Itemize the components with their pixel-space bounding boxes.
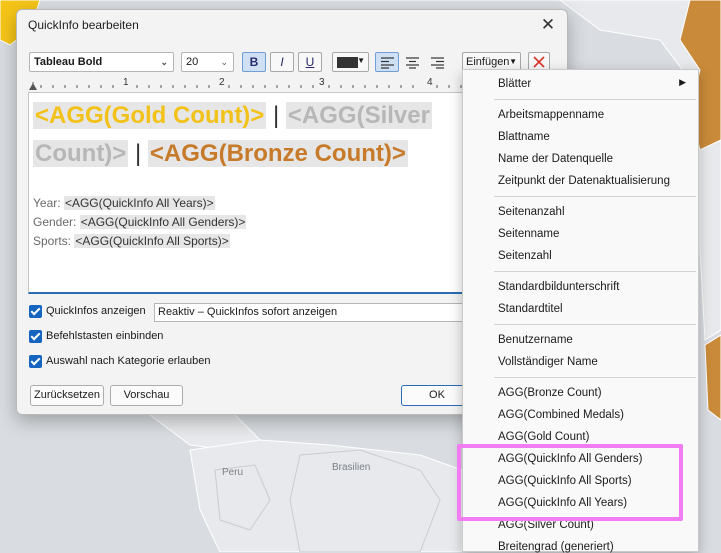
editor-line-2: Count)> | <AGG(Bronze Count)>: [33, 140, 408, 168]
field-genders: <AGG(QuickInfo All Genders)>: [79, 215, 247, 229]
close-icon[interactable]: ✕: [535, 14, 561, 36]
menu-item-datasource-name[interactable]: Name der Datenquelle: [498, 153, 613, 165]
menu-item-page-number[interactable]: Seitenzahl: [498, 250, 552, 262]
menu-item-page-name[interactable]: Seitenname: [498, 228, 559, 240]
menu-divider: [494, 271, 696, 272]
map-label-peru: Peru: [222, 467, 244, 478]
align-left-button[interactable]: [375, 52, 399, 72]
field-years: <AGG(QuickInfo All Years)>: [63, 196, 215, 210]
menu-item-sheets[interactable]: Blätter: [498, 78, 531, 90]
checkbox-checked-icon: [29, 355, 42, 368]
field-silver-count-cont: Count)>: [33, 140, 129, 167]
align-center-icon: [406, 57, 419, 69]
ruler-mark: 2: [219, 77, 225, 88]
category-selection-label: Auswahl nach Kategorie erlauben: [46, 355, 211, 367]
font-size-select[interactable]: 20 ⌄: [181, 52, 234, 72]
year-label: Year:: [33, 196, 61, 210]
align-center-button[interactable]: [400, 52, 424, 72]
ruler-mark: 4: [427, 77, 433, 88]
italic-button[interactable]: I: [270, 52, 294, 72]
menu-item-refresh-time[interactable]: Zeitpunkt der Datenaktualisierung: [498, 175, 670, 187]
menu-item-agg-gold[interactable]: AGG(Gold Count): [498, 431, 589, 443]
map-label-brasilien: Brasilien: [332, 462, 371, 473]
menu-item-default-title[interactable]: Standardtitel: [498, 303, 563, 315]
preview-button[interactable]: Vorschau: [110, 385, 183, 406]
ruler-mark: 3: [319, 77, 325, 88]
separator: |: [134, 140, 142, 167]
text-color-button[interactable]: ▼: [332, 52, 369, 72]
menu-item-page-count[interactable]: Seitenanzahl: [498, 206, 565, 218]
menu-item-username[interactable]: Benutzername: [498, 334, 573, 346]
field-gold-count: <AGG(Gold Count)>: [33, 102, 267, 129]
ruler-mark: 1: [123, 77, 129, 88]
field-silver-count: <AGG(Silver: [285, 102, 432, 129]
menu-item-latitude[interactable]: Breitengrad (generiert): [498, 541, 614, 553]
underline-button[interactable]: U: [298, 52, 322, 72]
field-bronze-count: <AGG(Bronze Count)>: [147, 140, 408, 167]
chevron-down-icon: ⌄: [220, 57, 228, 67]
chevron-right-icon: ▶: [679, 77, 686, 87]
separator: |: [272, 102, 280, 129]
dialog-title: QuickInfo bearbeiten: [28, 18, 139, 32]
font-family-value: Tableau Bold: [34, 56, 103, 68]
color-swatch: [337, 57, 358, 68]
font-family-select[interactable]: Tableau Bold ⌄: [29, 52, 174, 72]
menu-divider: [494, 377, 696, 378]
editor-line-1: <AGG(Gold Count)> | <AGG(Silver: [33, 102, 432, 130]
align-left-icon: [381, 57, 394, 69]
editor-gender-line: Gender: <AGG(QuickInfo All Genders)>: [33, 215, 247, 229]
insert-label: Einfügen: [466, 56, 510, 68]
editor-year-line: Year: <AGG(QuickInfo All Years)>: [33, 196, 215, 210]
align-right-button[interactable]: [425, 52, 449, 72]
ruler: 1 2 3 4: [29, 77, 469, 91]
checkbox-checked-icon: [29, 330, 42, 343]
menu-item-agg-bronze[interactable]: AGG(Bronze Count): [498, 387, 602, 399]
ruler-ticks: [29, 82, 462, 90]
menu-item-workbook-name[interactable]: Arbeitsmappenname: [498, 109, 604, 121]
menu-item-sheet-name[interactable]: Blattname: [498, 131, 550, 143]
menu-divider: [494, 196, 696, 197]
caret-down-icon: ▼: [357, 56, 365, 65]
menu-divider: [494, 324, 696, 325]
editor-sports-line: Sports: <AGG(QuickInfo All Sports)>: [33, 234, 230, 248]
chevron-down-icon: ⌄: [160, 57, 168, 67]
align-right-icon: [431, 57, 444, 69]
menu-divider: [494, 99, 696, 100]
annotation-highlight-box: [457, 444, 683, 521]
menu-item-agg-combined[interactable]: AGG(Combined Medals): [498, 409, 624, 421]
gender-label: Gender:: [33, 215, 77, 229]
tooltip-editor[interactable]: <AGG(Gold Count)> | <AGG(Silver Count)> …: [28, 92, 470, 294]
reset-button[interactable]: Zurücksetzen: [30, 385, 104, 406]
checkbox-checked-icon: [29, 305, 42, 318]
field-sports: <AGG(QuickInfo All Sports)>: [74, 234, 230, 248]
tooltip-mode-select[interactable]: Reaktiv – QuickInfos sofort anzeigen: [154, 303, 471, 322]
font-size-value: 20: [186, 56, 199, 68]
menu-item-default-caption[interactable]: Standardbildunterschrift: [498, 281, 619, 293]
bold-button[interactable]: B: [242, 52, 266, 72]
include-commands-label: Befehlstasten einbinden: [46, 330, 164, 342]
sports-label: Sports:: [33, 234, 72, 248]
menu-item-full-name[interactable]: Vollständiger Name: [498, 356, 598, 368]
show-tooltips-label: QuickInfos anzeigen: [46, 305, 146, 317]
